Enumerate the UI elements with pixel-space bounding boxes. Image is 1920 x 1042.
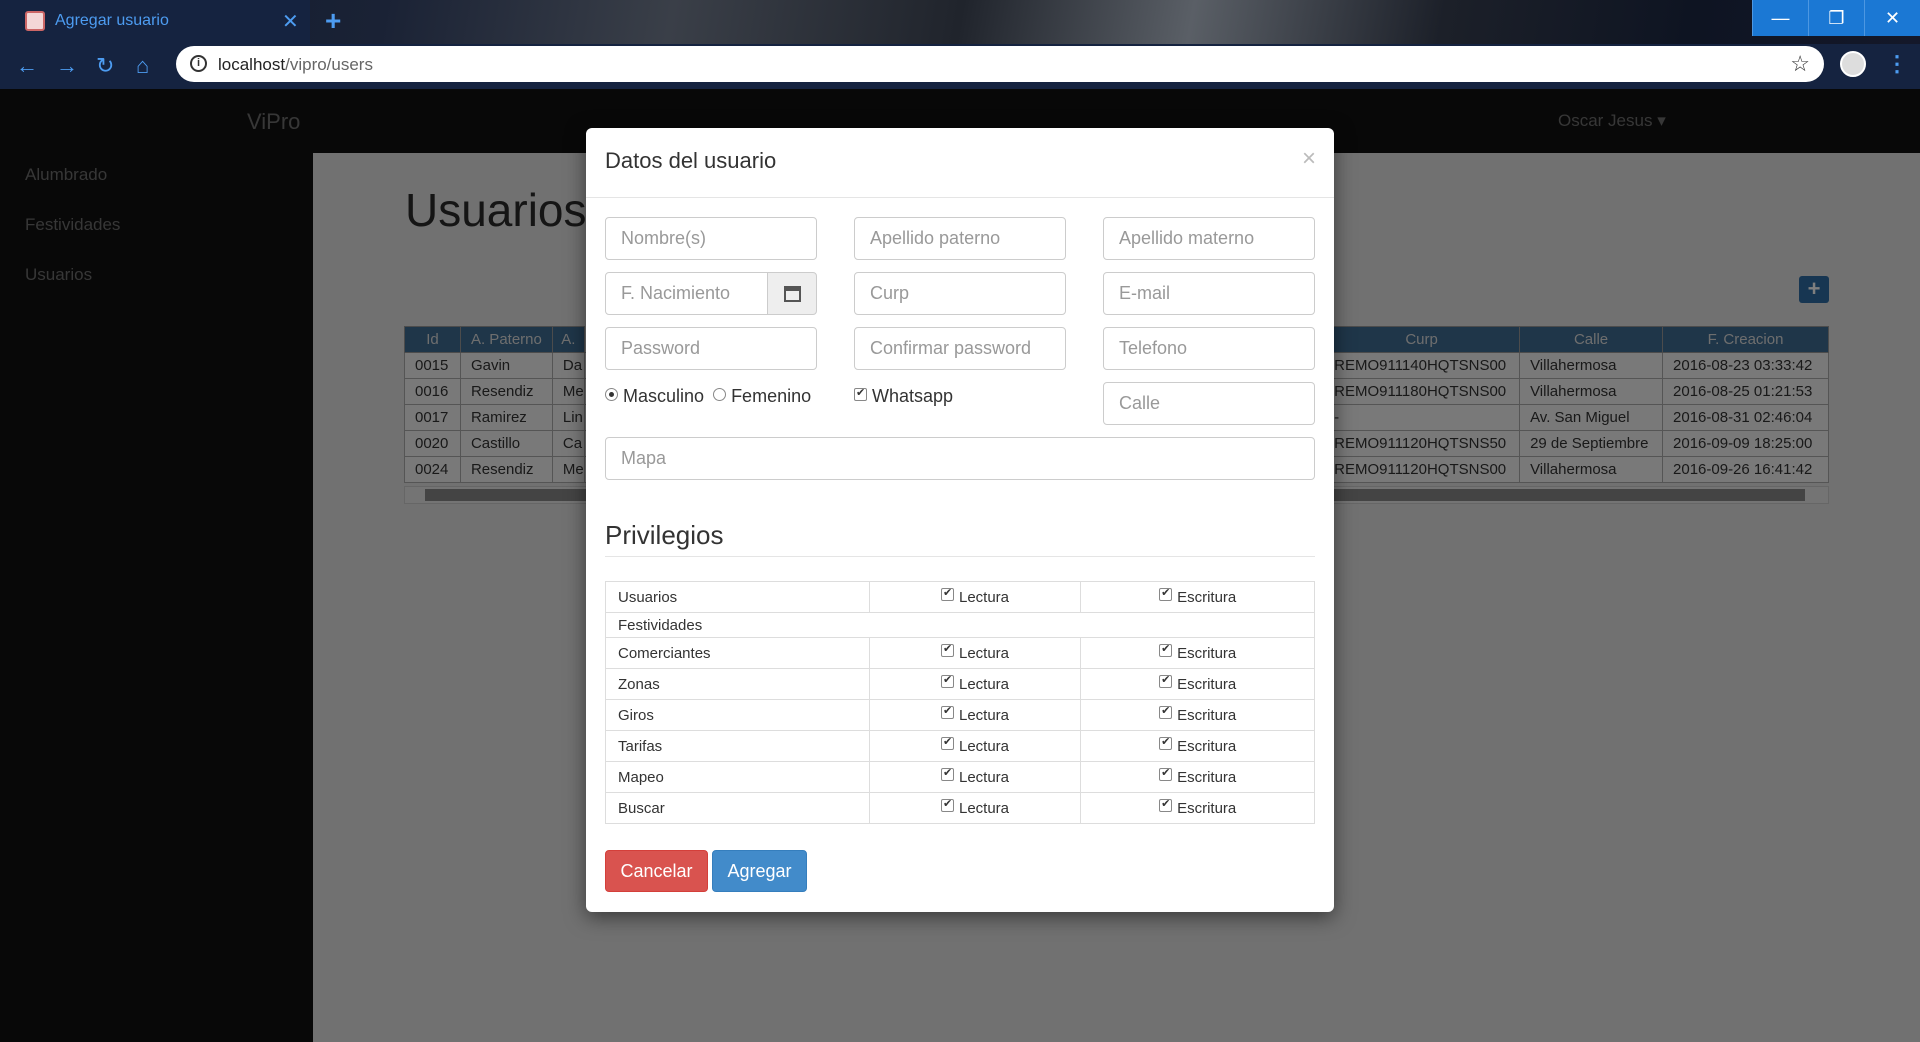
gender-radio-group: Masculino Femenino bbox=[605, 386, 811, 407]
radio-femenino[interactable]: Femenino bbox=[713, 386, 811, 406]
cancel-button[interactable]: Cancelar bbox=[605, 850, 708, 892]
write-checkbox[interactable]: Escritura bbox=[1080, 730, 1315, 762]
privilege-row-zonas: Zonas Lectura Escritura bbox=[605, 668, 1315, 700]
profile-avatar[interactable] bbox=[1840, 51, 1866, 77]
bookmark-star-icon[interactable]: ☆ bbox=[1790, 51, 1810, 77]
home-icon[interactable]: ⌂ bbox=[136, 53, 149, 79]
privilege-group-festividades: Festividades bbox=[605, 612, 1315, 638]
window-controls: — ❐ ✕ bbox=[1752, 0, 1920, 36]
write-checkbox[interactable]: Escritura bbox=[1080, 761, 1315, 793]
privilege-row-mapeo: Mapeo Lectura Escritura bbox=[605, 761, 1315, 793]
tab-title: Agregar usuario bbox=[55, 12, 169, 29]
calle-field[interactable] bbox=[1103, 382, 1315, 425]
calendar-icon bbox=[784, 286, 801, 302]
privilege-row-buscar: Buscar Lectura Escritura bbox=[605, 792, 1315, 824]
address-bar[interactable]: i localhost/vipro/users ☆ bbox=[176, 46, 1824, 82]
mapa-field[interactable] bbox=[605, 437, 1315, 480]
read-checkbox[interactable]: Lectura bbox=[868, 792, 1082, 824]
browser-menu-icon[interactable]: ⋮ bbox=[1886, 51, 1908, 77]
site-info-icon[interactable]: i bbox=[190, 55, 207, 72]
email-field[interactable] bbox=[1103, 272, 1315, 315]
radio-masculino[interactable]: Masculino bbox=[605, 386, 704, 406]
modal-header: Datos del usuario × bbox=[586, 128, 1334, 198]
read-checkbox[interactable]: Lectura bbox=[868, 730, 1082, 762]
privilege-row-tarifas: Tarifas Lectura Escritura bbox=[605, 730, 1315, 762]
close-window-icon[interactable]: ✕ bbox=[1864, 0, 1920, 36]
read-checkbox[interactable]: Lectura bbox=[868, 761, 1082, 793]
write-checkbox[interactable]: Escritura bbox=[1080, 581, 1315, 613]
privilege-row-usuarios: Usuarios Lectura Escritura bbox=[605, 581, 1315, 613]
apellido-materno-field[interactable] bbox=[1103, 217, 1315, 260]
restore-icon[interactable]: ❐ bbox=[1808, 0, 1864, 36]
privilege-row-giros: Giros Lectura Escritura bbox=[605, 699, 1315, 731]
birthdate-field[interactable] bbox=[605, 272, 768, 315]
url-text: localhost/vipro/users bbox=[218, 55, 373, 74]
privileges-heading: Privilegios bbox=[605, 520, 724, 550]
nombre-field[interactable] bbox=[605, 217, 817, 260]
new-tab-icon[interactable]: + bbox=[325, 5, 341, 37]
divider bbox=[605, 556, 1315, 557]
add-button[interactable]: Agregar bbox=[712, 850, 807, 892]
privilege-row-comerciantes: Comerciantes Lectura Escritura bbox=[605, 637, 1315, 669]
browser-tab[interactable]: Agregar usuario ✕ bbox=[0, 0, 310, 44]
read-checkbox[interactable]: Lectura bbox=[868, 581, 1082, 613]
read-checkbox[interactable]: Lectura bbox=[868, 637, 1082, 669]
browser-tabbar: Agregar usuario ✕ + — ❐ ✕ bbox=[0, 0, 1920, 44]
confirm-password-field[interactable] bbox=[854, 327, 1066, 370]
close-tab-icon[interactable]: ✕ bbox=[282, 9, 299, 34]
forward-icon[interactable]: → bbox=[56, 53, 78, 79]
privileges-table: Usuarios Lectura Escritura Festividades … bbox=[605, 581, 1315, 824]
back-icon[interactable]: ← bbox=[16, 53, 38, 79]
curp-field[interactable] bbox=[854, 272, 1066, 315]
write-checkbox[interactable]: Escritura bbox=[1080, 668, 1315, 700]
apellido-paterno-field[interactable] bbox=[854, 217, 1066, 260]
read-checkbox[interactable]: Lectura bbox=[868, 668, 1082, 700]
minimize-icon[interactable]: — bbox=[1752, 0, 1808, 36]
calendar-button[interactable] bbox=[767, 272, 817, 315]
write-checkbox[interactable]: Escritura bbox=[1080, 792, 1315, 824]
telefono-field[interactable] bbox=[1103, 327, 1315, 370]
reload-icon[interactable]: ↻ bbox=[96, 53, 114, 79]
whatsapp-checkbox[interactable]: Whatsapp bbox=[854, 386, 953, 407]
read-checkbox[interactable]: Lectura bbox=[868, 699, 1082, 731]
password-field[interactable] bbox=[605, 327, 817, 370]
close-icon[interactable]: × bbox=[1302, 145, 1316, 173]
browser-toolbar: ← → ↻ ⌂ i localhost/vipro/users ☆ ⋮ bbox=[0, 44, 1920, 89]
write-checkbox[interactable]: Escritura bbox=[1080, 699, 1315, 731]
modal-title: Datos del usuario bbox=[605, 148, 777, 173]
write-checkbox[interactable]: Escritura bbox=[1080, 637, 1315, 669]
favicon-icon bbox=[25, 11, 45, 31]
